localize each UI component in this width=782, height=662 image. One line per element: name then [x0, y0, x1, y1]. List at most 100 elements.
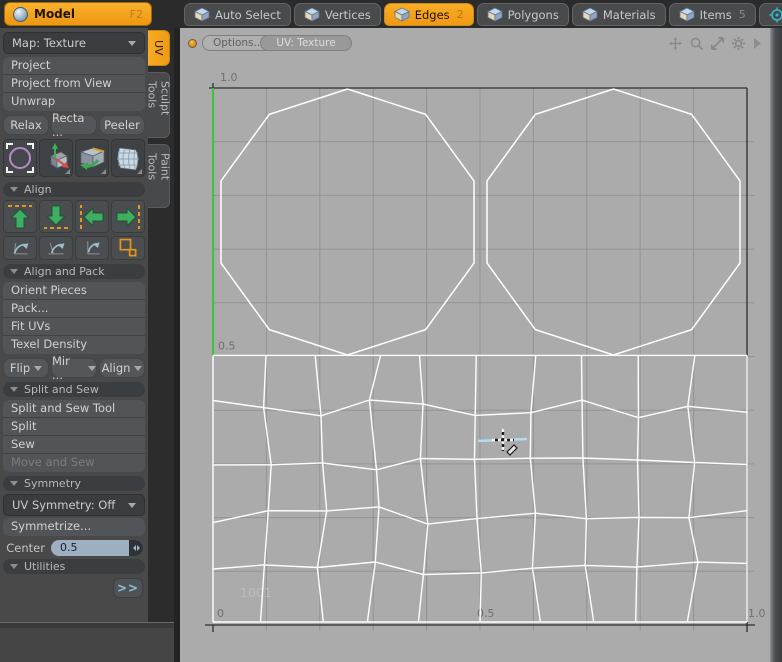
flyout-indicator — [137, 169, 142, 174]
align-dropdown-button[interactable]: Align — [99, 358, 145, 378]
tab-action-center[interactable]: Action Center — [758, 3, 782, 26]
center-value-input[interactable]: 0.5 — [51, 539, 143, 556]
tab-sculpt-tools[interactable]: Sculpt Tools — [146, 72, 172, 138]
map-dropdown-value: Map: Texture — [12, 36, 86, 50]
unwrap-button[interactable]: Unwrap — [3, 93, 145, 111]
texel-density-button[interactable]: Texel Density — [3, 336, 145, 354]
transform-tool-button[interactable] — [39, 139, 73, 177]
symmetrize-group: Symmetrize... — [3, 518, 145, 536]
action-center-icon — [769, 7, 782, 23]
chevron-down-icon — [128, 502, 136, 508]
mirror-dropdown-button[interactable]: Mir ... — [51, 354, 97, 382]
pan-icon[interactable] — [668, 36, 683, 51]
section-header-utilities[interactable]: Utilities — [3, 559, 145, 574]
split-button[interactable]: Split — [3, 418, 145, 436]
bottom-panel-block — [0, 628, 174, 662]
svg-text:1.0: 1.0 — [220, 71, 238, 84]
uv-unwrap-tool-button[interactable] — [75, 139, 109, 177]
tab-label: Edges — [414, 7, 450, 22]
tab-model[interactable]: Model F2 — [4, 2, 152, 26]
uv-ellipse-projection-tool-button[interactable] — [3, 139, 37, 177]
cube-icon — [678, 7, 695, 22]
fit-view-icon[interactable] — [710, 36, 725, 51]
center-value: 0.5 — [60, 541, 78, 554]
fit-uvs-button[interactable]: Fit UVs — [3, 318, 145, 336]
tab-items[interactable]: Items 5 — [668, 3, 756, 26]
gear-icon[interactable] — [731, 36, 746, 51]
tab-label: Vertices — [324, 7, 371, 22]
section-header-align-and-pack[interactable]: Align and Pack — [3, 264, 145, 279]
uv-peel-tool-button[interactable] — [111, 139, 145, 177]
chevron-down-icon — [134, 365, 143, 371]
model-tab-shortcut: F2 — [129, 7, 143, 21]
viewport-status-dot[interactable] — [188, 39, 197, 48]
flyout-indicator — [65, 169, 70, 174]
pack-region-button[interactable] — [111, 236, 145, 260]
section-header-align[interactable]: Align — [3, 182, 145, 197]
tab-label: Polygons — [507, 7, 559, 22]
section-header-split-and-sew[interactable]: Split and Sew — [3, 382, 145, 397]
rotate-arc-icon — [48, 242, 65, 255]
align-left-button[interactable] — [75, 200, 109, 233]
collapse-triangle-icon — [10, 387, 18, 392]
tab-paint-tools[interactable]: Paint Tools — [146, 144, 172, 208]
viewport-header: Options... UV: Texture — [180, 28, 770, 56]
expand-panel-button[interactable]: >> — [113, 578, 143, 598]
tab-materials[interactable]: Materials — [571, 3, 666, 26]
align-right-button[interactable] — [111, 200, 145, 233]
symmetrize-button[interactable]: Symmetrize... — [3, 518, 145, 536]
uv-tool-icon-row — [3, 139, 145, 177]
section-header-symmetry[interactable]: Symmetry — [3, 476, 145, 491]
collapse-triangle-icon — [10, 564, 18, 569]
modo-app: Model F2 Auto Select Vertices Edges 2 Polygo… — [0, 0, 782, 662]
collapse-triangle-icon — [10, 187, 18, 192]
split-sew-button-group: Split and Sew Tool Split Sew Move and Se… — [3, 400, 145, 472]
orient-pieces-button[interactable]: Orient Pieces — [3, 282, 145, 300]
align-down-button[interactable] — [39, 200, 73, 233]
sew-button[interactable]: Sew — [3, 436, 145, 454]
align-right-icon — [116, 204, 140, 229]
cursor — [506, 444, 518, 456]
rectangle-button[interactable]: Recta ... — [51, 111, 97, 139]
flip-dropdown-button[interactable]: Flip — [3, 358, 49, 378]
align-arrow-row — [3, 200, 145, 233]
uv-symmetry-dropdown[interactable]: UV Symmetry: Off — [3, 494, 145, 516]
zoom-icon[interactable] — [689, 36, 704, 51]
model-sphere-icon — [13, 6, 28, 22]
rotate-align-row — [3, 236, 145, 260]
viewport-nav-icons — [668, 36, 762, 51]
relax-button[interactable]: Relax — [3, 115, 49, 135]
pack-button[interactable]: Pack... — [3, 300, 145, 318]
uv-symmetry-value: UV Symmetry: Off — [12, 498, 116, 512]
tab-auto-select[interactable]: Auto Select — [184, 3, 291, 26]
rotate-cw-button[interactable] — [3, 236, 37, 260]
align-up-button[interactable] — [3, 200, 37, 233]
split-and-sew-tool-button[interactable]: Split and Sew Tool — [3, 400, 145, 418]
tab-polygons[interactable]: Polygons — [476, 3, 569, 26]
flyout-indicator — [101, 169, 106, 174]
tab-edges[interactable]: Edges 2 — [383, 3, 474, 26]
cube-icon — [303, 7, 320, 22]
flip-row: Flip Mir ... Align — [3, 354, 145, 382]
rotate-fit-button[interactable] — [75, 236, 109, 260]
tab-vertices[interactable]: Vertices — [293, 3, 381, 26]
relax-row: Relax Recta ... Peeler — [3, 111, 145, 139]
map-texture-dropdown[interactable]: Map: Texture — [3, 32, 145, 54]
peeler-button[interactable]: Peeler — [99, 115, 145, 135]
uv-viewport[interactable]: 1001 1.0 0.5 0 0.5 1.0 Options... UV: Texture — [180, 28, 770, 662]
rotate-ccw-button[interactable] — [39, 236, 73, 260]
project-button[interactable]: Project — [3, 57, 145, 75]
uv-texture-map-button[interactable]: UV: Texture — [260, 35, 352, 51]
svg-text:0: 0 — [217, 607, 224, 620]
tab-uv[interactable]: UV — [148, 30, 170, 66]
align-up-icon — [8, 204, 32, 228]
project-from-view-button[interactable]: Project from View — [3, 75, 145, 93]
expand-arrow-icon[interactable] — [752, 37, 762, 50]
collapse-triangle-icon — [10, 481, 18, 486]
tab-label: Materials — [602, 7, 656, 22]
uv-canvas[interactable]: 10011.00.50 0.5 1.0 — [180, 28, 770, 662]
right-panel-edge[interactable] — [770, 28, 782, 662]
collapse-triangle-icon — [10, 269, 18, 274]
selection-mode-tabs: Auto Select Vertices Edges 2 Polygons Materia… — [184, 3, 782, 26]
value-spinner[interactable] — [129, 539, 143, 556]
